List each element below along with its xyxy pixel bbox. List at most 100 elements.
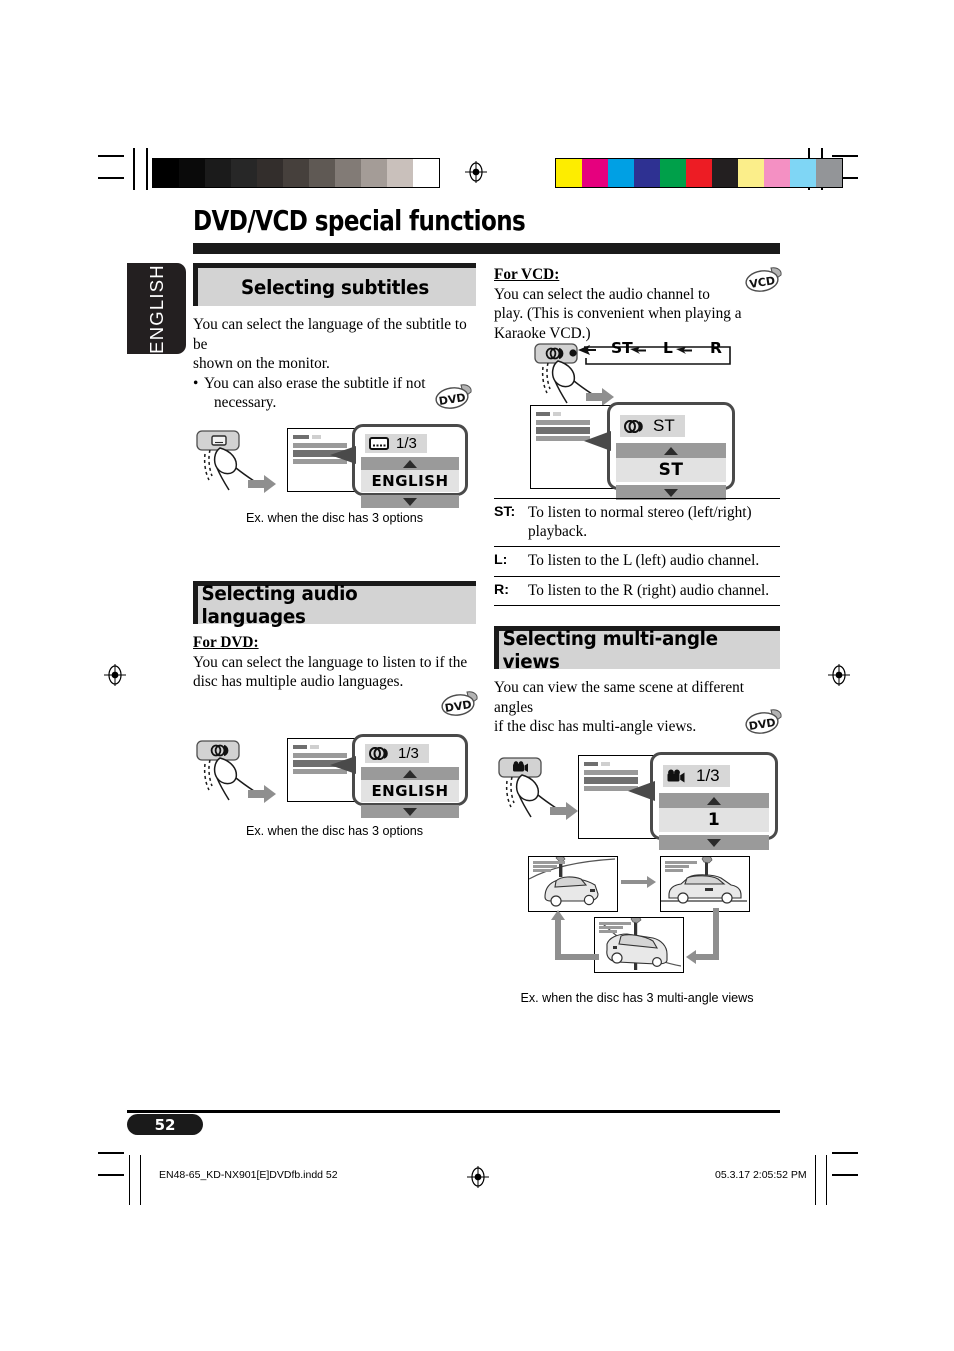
osd-value: ST [616,458,726,482]
page-number-badge: 52 [127,1114,203,1135]
audio-languages-block: Selecting audio languages For DVD: You c… [193,581,476,692]
crop-mark [832,155,858,157]
subtitles-body-line-1: You can select the language of the subti… [193,316,467,353]
audio-languages-vcd-body: You can select the audio channel to play… [494,285,742,344]
definition-row: L: To listen to the L (left) audio channe… [494,546,780,577]
caption-multi-angle: Ex. when the disc has 3 multi-angle view… [520,991,754,1005]
language-tab: ENGLISH [127,263,186,354]
definition-row: ST: To listen to normal stereo (left/righ… [494,497,780,548]
manual-page: DVD/VCD special functions ENGLISH Select… [0,0,954,1351]
color-swatch [660,159,686,187]
callout-tail [584,428,614,459]
grayscale-swatch [387,159,413,187]
caption-subtitles: Ex. when the disc has 3 options [245,511,424,525]
crop-mark [98,1152,124,1154]
color-swatch [686,159,712,187]
audio-vcd-body-line-1: You can select the audio channel to [494,285,710,303]
definition-key: L: [494,546,528,577]
cycle-item-st: ST [611,339,633,357]
cycle-item-l: L [663,339,673,357]
subtitles-body: You can select the language of the subti… [193,315,476,374]
color-swatch [556,159,582,187]
vcd-badge-icon: VCD [744,266,784,298]
right-column: For VCD: You can select the audio channe… [494,263,780,343]
osd-callout-header: 1/3 [659,763,769,789]
scene-osd-overlay [533,861,565,874]
osd-up-bar[interactable] [361,457,459,470]
scene-osd-overlay [665,861,697,874]
chevron-up-icon [707,796,721,805]
registration-target-footer [467,1166,489,1188]
audio-dvd-body-line-1: You can select the language to listen to… [193,653,468,671]
remote-audio-key-press [196,738,288,808]
section-heading-multi-angle-label: Selecting multi-angle views [502,627,719,673]
grayscale-swatch [205,159,231,187]
crop-mark [98,177,124,179]
osd-value: ENGLISH [361,780,459,802]
osd-value: ENGLISH [361,470,459,492]
audio-icon [624,419,643,433]
callout-tail [628,778,658,809]
grayscale-swatch [413,159,439,187]
osd-callout-header: 1/3 [361,742,459,764]
crop-mark [832,1152,858,1154]
footer-rule [127,1110,780,1113]
osd-callout-header: 1/3 [361,432,459,454]
remote-angle-key-press [498,755,590,825]
osd-callout-header: ST [616,413,726,439]
chevron-down-icon [403,497,417,506]
color-swatch [608,159,634,187]
definition-text: To listen to the L (left) audio channel. [528,546,780,577]
chevron-up-icon [403,459,417,468]
multi-angle-block: Selecting multi-angle views You can view… [494,626,780,737]
subtitles-bullet-line-1: You can also erase the subtitle if not [204,374,426,392]
chevron-up-icon [403,769,417,778]
footer-divider [826,1155,828,1205]
crop-mark [146,148,148,190]
dvd-badge-icon: DVD [440,690,480,722]
definition-row: R: To listen to the R (right) audio chann… [494,576,780,606]
section-heading-subtitles: Selecting subtitles [193,263,476,306]
audio-icon [369,746,388,760]
grayscale-swatch [335,159,361,187]
scene-flow-arrow-1-2 [621,875,657,889]
osd-callout-angle: 1/3 1 [650,752,778,850]
color-swatch [634,159,660,187]
grayscale-swatch [283,159,309,187]
osd-up-bar[interactable] [659,793,769,808]
scene-osd-overlay [599,922,631,935]
cycle-item-r: R [710,339,722,357]
osd-callout-subtitles: 1/3 ENGLISH [352,424,468,508]
definition-text: To listen to the R (right) audio channel… [528,576,780,606]
color-swatch [712,159,738,187]
audio-channel-definitions: ST: To listen to normal stereo (left/righ… [494,497,780,606]
chevron-down-icon [403,807,417,816]
footer-filename: EN48-65_KD-NX901[E]DVDfb.indd 52 [159,1169,338,1181]
language-tab-label: ENGLISH [145,263,167,354]
definition-text-line: To listen to the R (right) audio channel… [528,581,770,599]
section-heading-multi-angle: Selecting multi-angle views [494,626,780,673]
osd-up-bar[interactable] [616,443,726,458]
color-swatch [790,159,816,187]
section-heading-subtitles-label: Selecting subtitles [240,275,429,299]
grayscale-swatch [179,159,205,187]
footer-divider [140,1155,142,1205]
osd-down-bar[interactable] [659,835,769,850]
multi-angle-body: You can view the same scene at different… [494,678,780,737]
osd-index: 1/3 [696,766,720,785]
for-vcd-label: For VCD: [494,266,560,283]
osd-value: 1 [659,808,769,832]
osd-up-bar[interactable] [361,767,459,780]
angle-camera-icon [667,769,685,783]
grayscale-swatch [231,159,257,187]
footer-divider [815,1155,817,1205]
audio-dvd-body-line-2: disc has multiple audio languages. [193,673,404,691]
scene-flow-arrow-2-3 [686,908,720,966]
crop-mark [133,148,135,190]
osd-callout-audio: 1/3 ENGLISH [352,734,468,818]
grayscale-registration-bar [152,158,440,188]
definition-text-line: To listen to normal stereo (left/right) [528,504,752,521]
grayscale-swatch [361,159,387,187]
osd-down-bar[interactable] [361,805,459,818]
osd-down-bar[interactable] [361,495,459,508]
